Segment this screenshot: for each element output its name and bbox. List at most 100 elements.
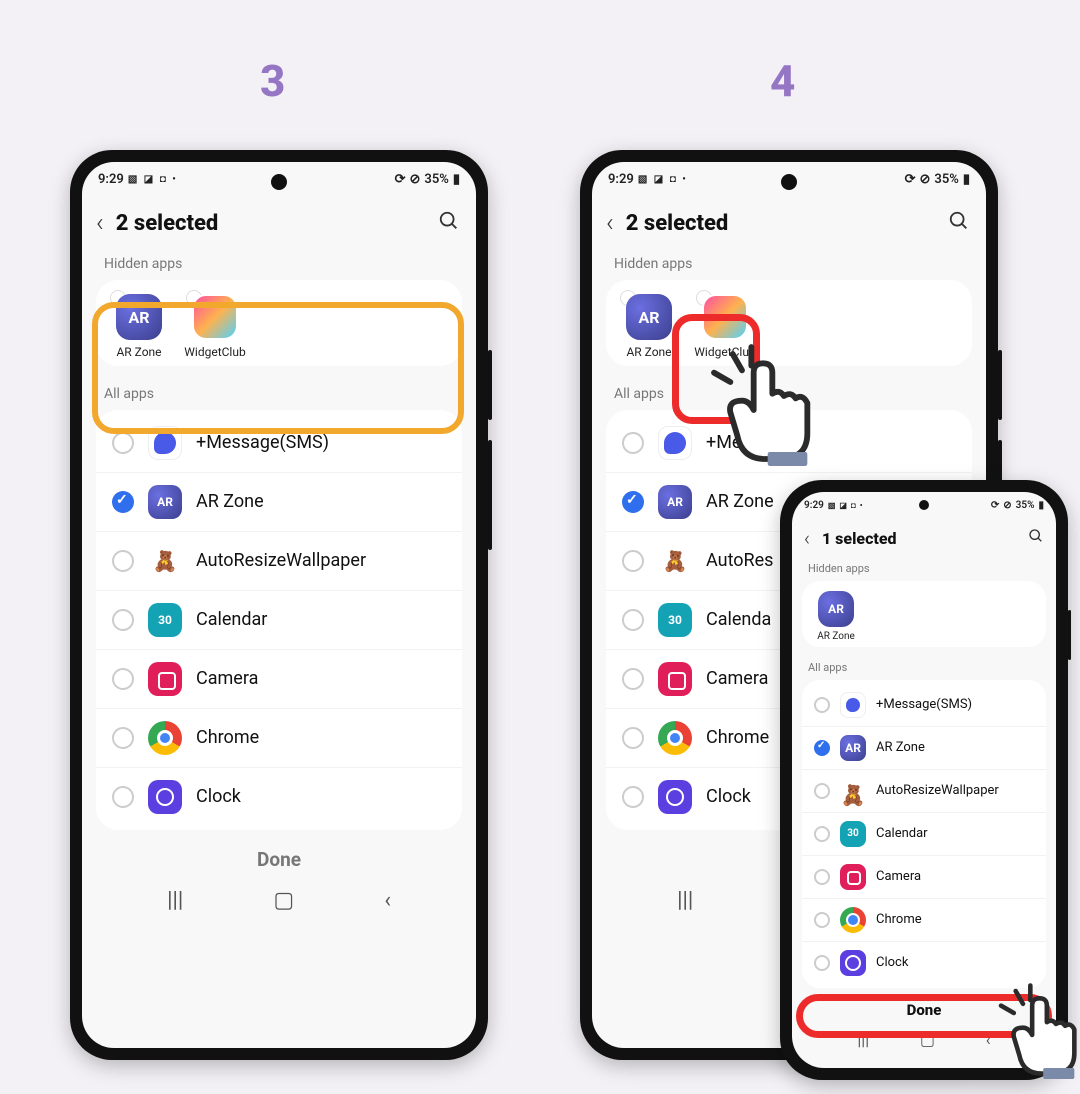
search-icon[interactable]: [948, 210, 970, 236]
list-item[interactable]: AutoResizeWallpaper: [96, 532, 462, 591]
list-item[interactable]: Camera: [96, 650, 462, 709]
hidden-app-arzone[interactable]: AR AR Zone: [106, 294, 172, 360]
app-name-label: Camera: [706, 668, 768, 689]
search-icon[interactable]: [1028, 528, 1044, 548]
cal-icon: 30: [840, 821, 866, 847]
select-radio[interactable]: [814, 783, 830, 799]
back-icon[interactable]: ‹: [92, 208, 108, 238]
cam-icon: [658, 662, 692, 696]
front-camera: [919, 500, 929, 510]
recents-icon[interactable]: |||: [857, 1030, 869, 1049]
select-radio[interactable]: [814, 740, 830, 756]
done-button[interactable]: Done: [907, 1001, 942, 1019]
select-radio[interactable]: [112, 727, 134, 749]
wall-icon: [840, 778, 866, 804]
back-icon[interactable]: ‹: [602, 208, 618, 238]
app-name-label: Chrome: [196, 727, 259, 748]
app-name-label: Clock: [196, 786, 241, 807]
list-item[interactable]: Chrome: [802, 899, 1046, 942]
arzone-icon: AR: [116, 294, 162, 340]
arzone-icon: AR: [818, 591, 854, 627]
list-item[interactable]: ARAR Zone: [96, 473, 462, 532]
app-name-label: AutoResizeWallpaper: [196, 550, 366, 571]
select-radio[interactable]: [622, 609, 644, 631]
list-item[interactable]: ARAR Zone: [802, 727, 1046, 770]
app-name-label: Clock: [706, 786, 751, 807]
chrome-icon: [148, 721, 182, 755]
select-radio[interactable]: [814, 826, 830, 842]
cal-icon: 30: [658, 603, 692, 637]
list-item[interactable]: Clock: [96, 768, 462, 826]
hidden-app-arzone[interactable]: AR AR Zone: [810, 591, 862, 643]
list-item[interactable]: AutoResizeWallpaper: [802, 770, 1046, 813]
done-button[interactable]: Done: [257, 848, 301, 871]
select-radio[interactable]: [112, 786, 134, 808]
msg-icon: [148, 426, 182, 460]
select-radio[interactable]: [112, 432, 134, 454]
all-apps-label: All apps: [82, 382, 476, 410]
home-icon[interactable]: ▢: [273, 888, 294, 913]
select-radio[interactable]: [112, 550, 134, 572]
select-radio[interactable]: [622, 432, 644, 454]
home-icon[interactable]: ▢: [920, 1030, 935, 1049]
select-radio[interactable]: [622, 550, 644, 572]
hidden-app-widgetclub[interactable]: WidgetClub: [182, 294, 248, 360]
app-name-label: Chrome: [706, 727, 769, 748]
app-name-label: +Message(SMS): [196, 432, 329, 453]
list-item[interactable]: Camera: [802, 856, 1046, 899]
page-title: 1 selected: [822, 529, 897, 548]
app-name-label: AutoResizeWallpaper: [876, 783, 999, 798]
select-radio[interactable]: [814, 869, 830, 885]
select-radio[interactable]: [112, 491, 134, 513]
select-radio[interactable]: [622, 491, 644, 513]
select-radio[interactable]: [622, 668, 644, 690]
search-icon[interactable]: [438, 210, 460, 236]
phone-step-3: 9:29▧ ◪ ◘ • ⟳⊘35%▮ ‹ 2 selected Hidden a…: [70, 150, 488, 1060]
select-radio[interactable]: [112, 609, 134, 631]
back-icon[interactable]: ‹: [800, 526, 814, 550]
cam-icon: [148, 662, 182, 696]
all-apps-list: +Message(SMS) ARAR Zone AutoResizeWallpape…: [96, 410, 462, 830]
select-radio[interactable]: [814, 697, 830, 713]
widgetclub-icon: [192, 294, 238, 340]
tap-hand-icon: [990, 980, 1080, 1090]
list-item[interactable]: Clock: [802, 942, 1046, 984]
app-name-label: +Message(SMS): [876, 697, 972, 712]
wall-icon: [148, 544, 182, 578]
select-radio[interactable]: [622, 727, 644, 749]
app-name-label: Calendar: [876, 826, 928, 841]
list-item[interactable]: Chrome: [96, 709, 462, 768]
msg-icon: [840, 692, 866, 718]
wall-icon: [658, 544, 692, 578]
hidden-apps-card: AR AR Zone: [802, 581, 1046, 647]
front-camera: [271, 174, 287, 190]
app-name-label: Chrome: [876, 912, 922, 927]
back-nav-icon[interactable]: ‹: [384, 888, 391, 913]
page-title: 2 selected: [116, 211, 219, 236]
cam-icon: [840, 864, 866, 890]
select-radio[interactable]: [814, 955, 830, 971]
all-apps-list: +Message(SMS) ARAR Zone AutoResizeWallpape…: [802, 680, 1046, 988]
recents-icon[interactable]: |||: [677, 888, 693, 913]
hidden-apps-label: Hidden apps: [592, 252, 986, 280]
select-radio[interactable]: [814, 912, 830, 928]
recents-icon[interactable]: |||: [167, 888, 183, 913]
list-item[interactable]: 30 Calendar: [802, 813, 1046, 856]
list-item[interactable]: +Message(SMS): [802, 684, 1046, 727]
app-name-label: Calendar: [196, 609, 267, 630]
hidden-app-arzone[interactable]: AR AR Zone: [616, 294, 682, 360]
select-radio[interactable]: [112, 668, 134, 690]
list-item[interactable]: 30Calendar: [96, 591, 462, 650]
list-item[interactable]: +Message(SMS): [96, 414, 462, 473]
hidden-apps-label: Hidden apps: [792, 560, 1056, 581]
nav-bar: ||| ▢ ‹: [82, 879, 476, 923]
step-number-4: 4: [770, 55, 795, 107]
clock-icon: [658, 780, 692, 814]
msg-icon: [658, 426, 692, 460]
ar-icon: AR: [658, 485, 692, 519]
select-radio[interactable]: [622, 786, 644, 808]
hidden-apps-card: AR AR Zone WidgetClub: [96, 280, 462, 366]
app-name-label: AR Zone: [196, 491, 264, 512]
page-title: 2 selected: [626, 211, 729, 236]
widgetclub-icon: [702, 294, 748, 340]
